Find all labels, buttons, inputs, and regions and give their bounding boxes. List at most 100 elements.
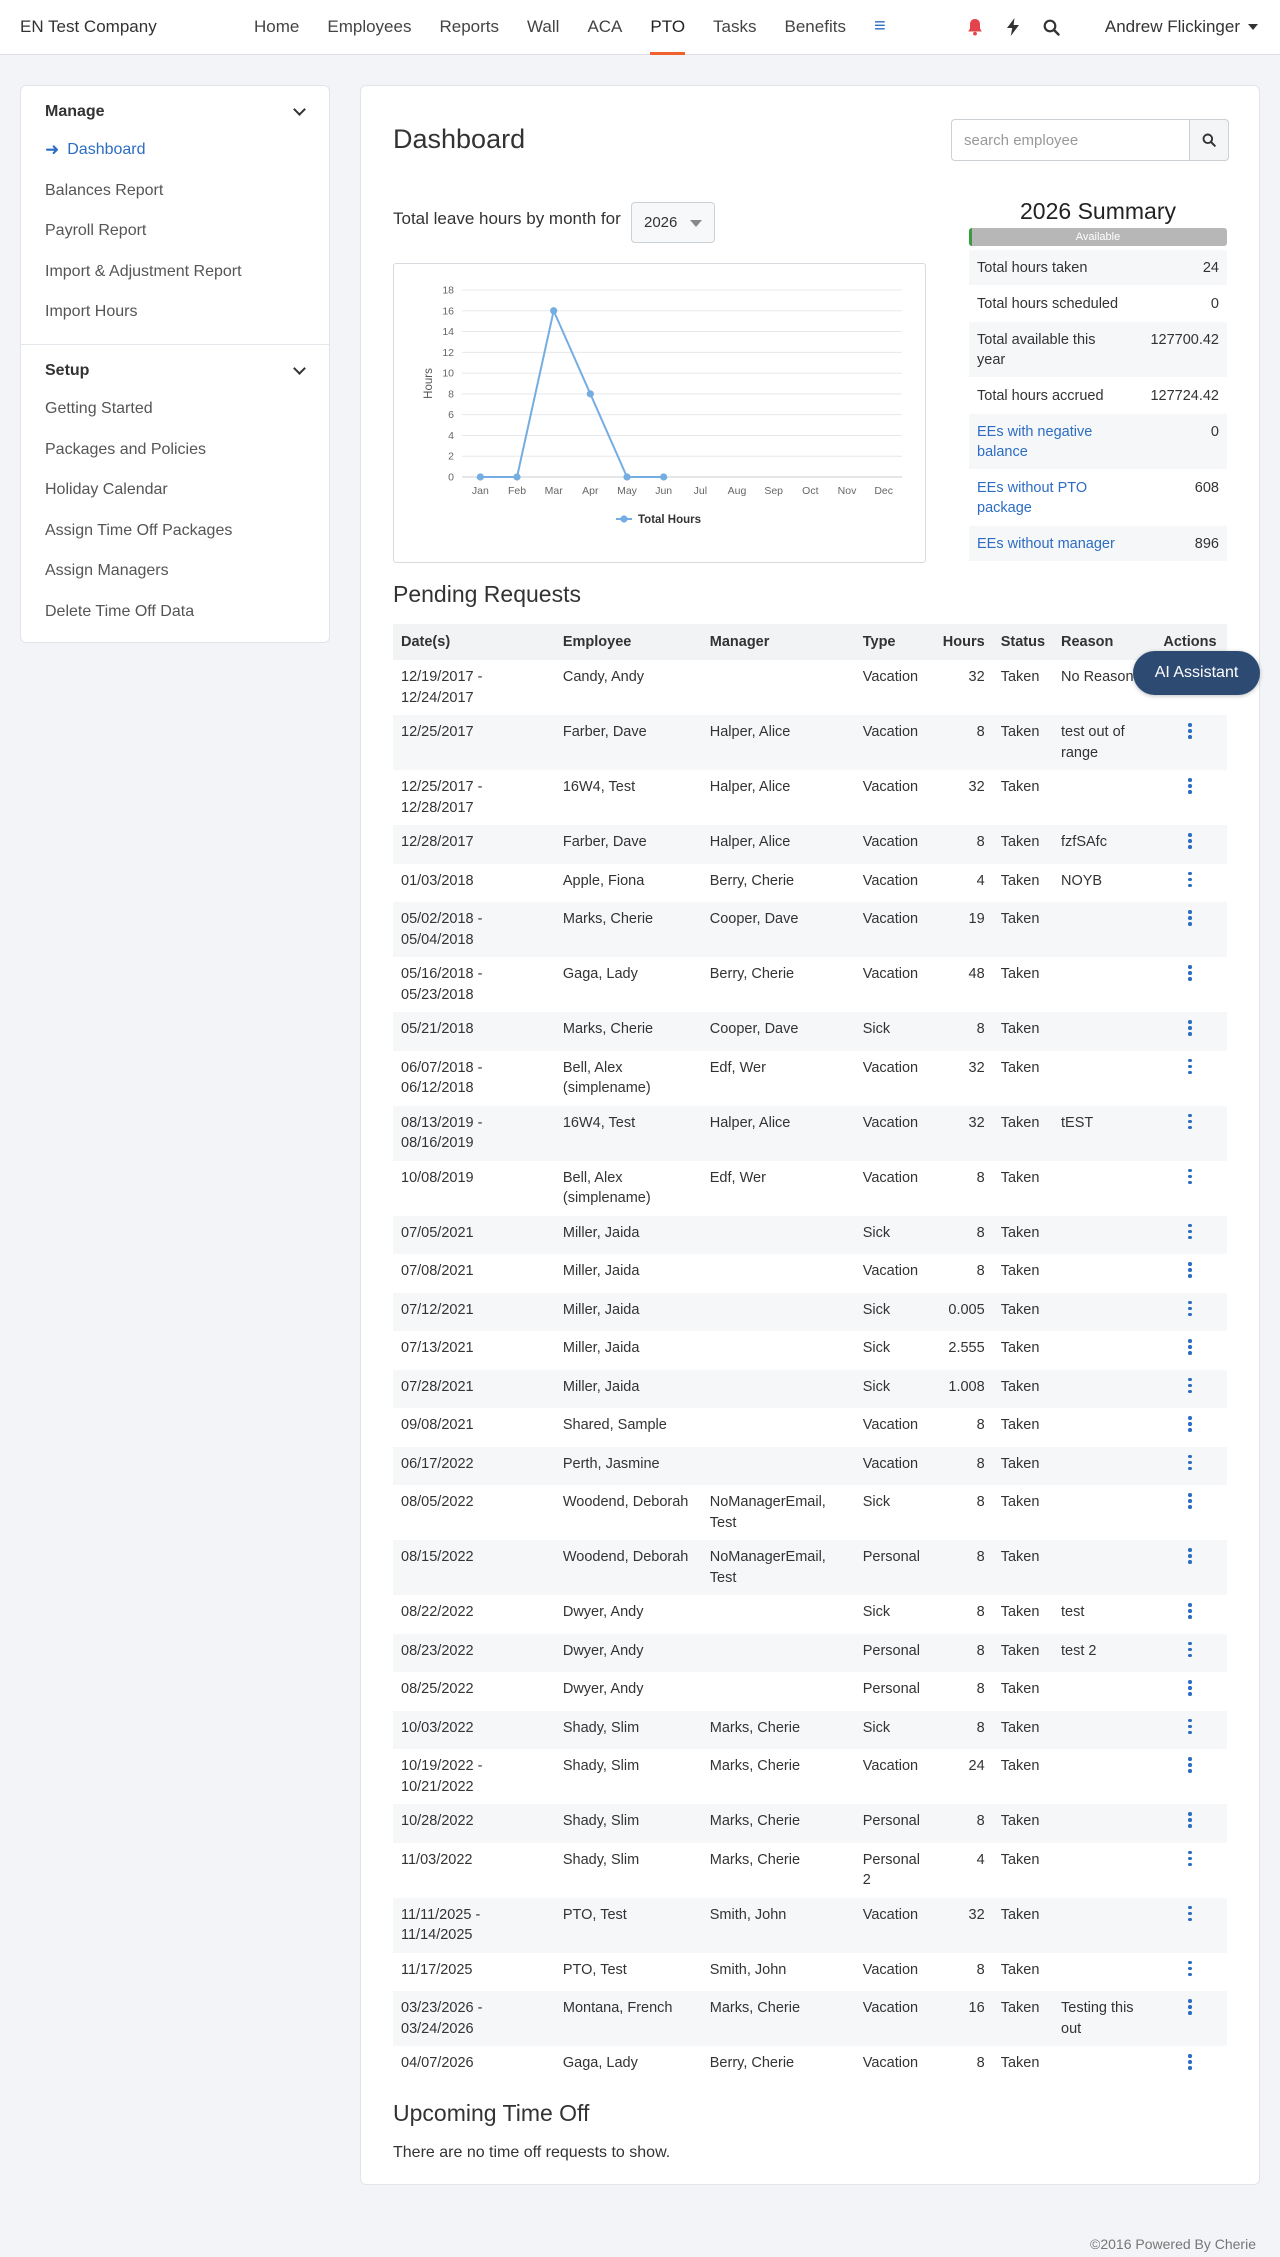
kebab-menu-icon[interactable] bbox=[1183, 1454, 1197, 1472]
nav-wall[interactable]: Wall bbox=[513, 0, 573, 55]
kebab-menu-icon[interactable] bbox=[1183, 1756, 1197, 1774]
kebab-menu-icon[interactable] bbox=[1183, 871, 1197, 889]
cell-employee: Dwyer, Andy bbox=[562, 1681, 644, 1697]
kebab-menu-icon[interactable] bbox=[1183, 1058, 1197, 1076]
x-tick-label: Apr bbox=[582, 485, 599, 497]
cell-reason bbox=[1053, 1331, 1153, 1370]
user-menu[interactable]: Andrew Flickinger bbox=[1105, 17, 1258, 37]
summary-link[interactable]: EEs without manager bbox=[977, 534, 1127, 554]
kebab-menu-icon[interactable] bbox=[1183, 1168, 1197, 1186]
table-row: 07/05/2021 Miller, Jaida Sick 8 Taken bbox=[393, 1215, 1227, 1254]
kebab-menu-icon[interactable] bbox=[1183, 722, 1197, 740]
cell-actions bbox=[1153, 1254, 1227, 1293]
sidebar-item-payroll-report[interactable]: Payroll Report bbox=[21, 211, 329, 252]
kebab-menu-icon[interactable] bbox=[1183, 1998, 1197, 2016]
cell-manager: NoManagerEmail, Test bbox=[701, 1540, 855, 1595]
kebab-menu-icon[interactable] bbox=[1183, 832, 1197, 850]
nav-home[interactable]: Home bbox=[240, 0, 313, 55]
year-select[interactable]: 2026 bbox=[631, 202, 715, 243]
summary-row[interactable]: EEs without manager 896 bbox=[969, 526, 1227, 562]
cell-actions bbox=[1152, 825, 1227, 864]
kebab-menu-icon[interactable] bbox=[1183, 1338, 1197, 1356]
kebab-menu-icon[interactable] bbox=[1183, 777, 1197, 795]
nav-employees[interactable]: Employees bbox=[313, 0, 425, 55]
lightning-icon[interactable] bbox=[1000, 15, 1026, 39]
sidebar-item-import-hours[interactable]: Import Hours bbox=[21, 292, 329, 333]
summary-value: 0 bbox=[1210, 296, 1219, 312]
hamburger-icon[interactable]: ≡ bbox=[860, 0, 900, 55]
sidebar-item-packages-policies[interactable]: Packages and Policies bbox=[21, 430, 329, 471]
data-point bbox=[660, 473, 668, 481]
sidebar-item-getting-started[interactable]: Getting Started bbox=[21, 389, 329, 430]
nav-links: Home Employees Reports Wall ACA PTO Task… bbox=[240, 0, 900, 55]
search-button[interactable] bbox=[1189, 119, 1229, 161]
kebab-menu-icon[interactable] bbox=[1183, 1492, 1197, 1510]
kebab-menu-icon[interactable] bbox=[1183, 1113, 1197, 1131]
nav-reports[interactable]: Reports bbox=[425, 0, 513, 55]
cell-status: Taken bbox=[992, 1012, 1054, 1051]
cell-status: Taken bbox=[992, 825, 1054, 864]
summary-value: 127700.42 bbox=[1150, 332, 1219, 348]
kebab-menu-icon[interactable] bbox=[1183, 1415, 1197, 1433]
nav-tasks[interactable]: Tasks bbox=[699, 0, 770, 55]
cell-type: Vacation bbox=[854, 902, 931, 957]
col-header-manager: Manager bbox=[701, 624, 855, 660]
cell-actions bbox=[1152, 1215, 1227, 1254]
ai-assistant-button[interactable]: AI Assistant bbox=[1133, 651, 1260, 695]
cell-type: Personal 2 bbox=[862, 1851, 920, 1889]
kebab-menu-icon[interactable] bbox=[1183, 1261, 1197, 1279]
kebab-menu-icon[interactable] bbox=[1183, 964, 1197, 982]
kebab-menu-icon[interactable] bbox=[1183, 909, 1197, 927]
kebab-menu-icon[interactable] bbox=[1183, 1019, 1197, 1037]
kebab-menu-icon[interactable] bbox=[1183, 1960, 1197, 1978]
summary-link[interactable]: EEs with negative balance bbox=[977, 422, 1127, 462]
kebab-menu-icon[interactable] bbox=[1183, 1905, 1197, 1923]
cell-dates: 08/13/2019 - 08/16/2019 bbox=[393, 1105, 555, 1161]
search-icon[interactable] bbox=[1038, 15, 1064, 39]
kebab-menu-icon[interactable] bbox=[1183, 1811, 1197, 1829]
cell-status: Taken bbox=[992, 1633, 1054, 1672]
sidebar-manage-header[interactable]: Manage bbox=[21, 94, 329, 130]
kebab-menu-icon[interactable] bbox=[1183, 1850, 1197, 1868]
table-row: 06/17/2022 Perth, Jasmine Vacation 8 Taken bbox=[393, 1446, 1227, 1485]
table-row: 08/13/2019 - 08/16/2019 16W4, Test Halper,… bbox=[393, 1105, 1227, 1161]
sidebar-item-holiday-calendar[interactable]: Holiday Calendar bbox=[21, 470, 329, 511]
nav-aca[interactable]: ACA bbox=[573, 0, 636, 55]
summary-link[interactable]: EEs without PTO package bbox=[977, 478, 1127, 518]
cell-manager: Edf, Wer bbox=[709, 1169, 766, 1186]
kebab-menu-icon[interactable] bbox=[1183, 1223, 1197, 1241]
search-employee-input[interactable] bbox=[951, 119, 1189, 161]
sidebar-item-dashboard[interactable]: ➜ Dashboard bbox=[21, 130, 329, 171]
summary-row: Total hours accrued 127724.42 bbox=[969, 378, 1227, 414]
kebab-menu-icon[interactable] bbox=[1183, 1602, 1197, 1620]
sidebar-item-assign-time-off-packages[interactable]: Assign Time Off Packages bbox=[21, 511, 329, 552]
sidebar-setup-header[interactable]: Setup bbox=[21, 353, 329, 389]
kebab-menu-icon[interactable] bbox=[1183, 1718, 1197, 1736]
kebab-menu-icon[interactable] bbox=[1183, 1679, 1197, 1697]
company-name[interactable]: EN Test Company bbox=[20, 17, 157, 37]
sidebar-item-balances-report[interactable]: Balances Report bbox=[21, 171, 329, 212]
cell-manager bbox=[702, 1331, 855, 1370]
sidebar-item-delete-time-off-data[interactable]: Delete Time Off Data bbox=[21, 592, 329, 633]
kebab-menu-icon[interactable] bbox=[1183, 1377, 1197, 1395]
upcoming-empty-text: There are no time off requests to show. bbox=[393, 2144, 671, 2161]
summary-row[interactable]: EEs without PTO package 608 bbox=[969, 470, 1227, 526]
cell-type: Vacation bbox=[862, 1758, 919, 1774]
cell-dates: 06/17/2022 bbox=[393, 1446, 555, 1485]
legend-label: Total Hours bbox=[638, 514, 701, 526]
cell-actions bbox=[1152, 1804, 1227, 1843]
cell-manager: Smith, John bbox=[701, 1897, 855, 1953]
cell-type: Sick bbox=[854, 1369, 931, 1408]
summary-row[interactable]: EEs with negative balance 0 bbox=[969, 414, 1227, 470]
kebab-menu-icon[interactable] bbox=[1183, 2053, 1197, 2071]
sidebar-item-assign-managers[interactable]: Assign Managers bbox=[21, 551, 329, 592]
nav-pto[interactable]: PTO bbox=[636, 0, 699, 55]
kebab-menu-icon[interactable] bbox=[1183, 1547, 1197, 1565]
nav-benefits[interactable]: Benefits bbox=[771, 0, 860, 55]
cell-employee: Shady, Slim bbox=[562, 1851, 640, 1868]
year-select-value: 2026 bbox=[644, 214, 678, 231]
bell-icon[interactable] bbox=[962, 15, 988, 39]
kebab-menu-icon[interactable] bbox=[1183, 1641, 1197, 1659]
sidebar-item-import-adjustment-report[interactable]: Import & Adjustment Report bbox=[21, 252, 329, 293]
kebab-menu-icon[interactable] bbox=[1183, 1300, 1197, 1318]
